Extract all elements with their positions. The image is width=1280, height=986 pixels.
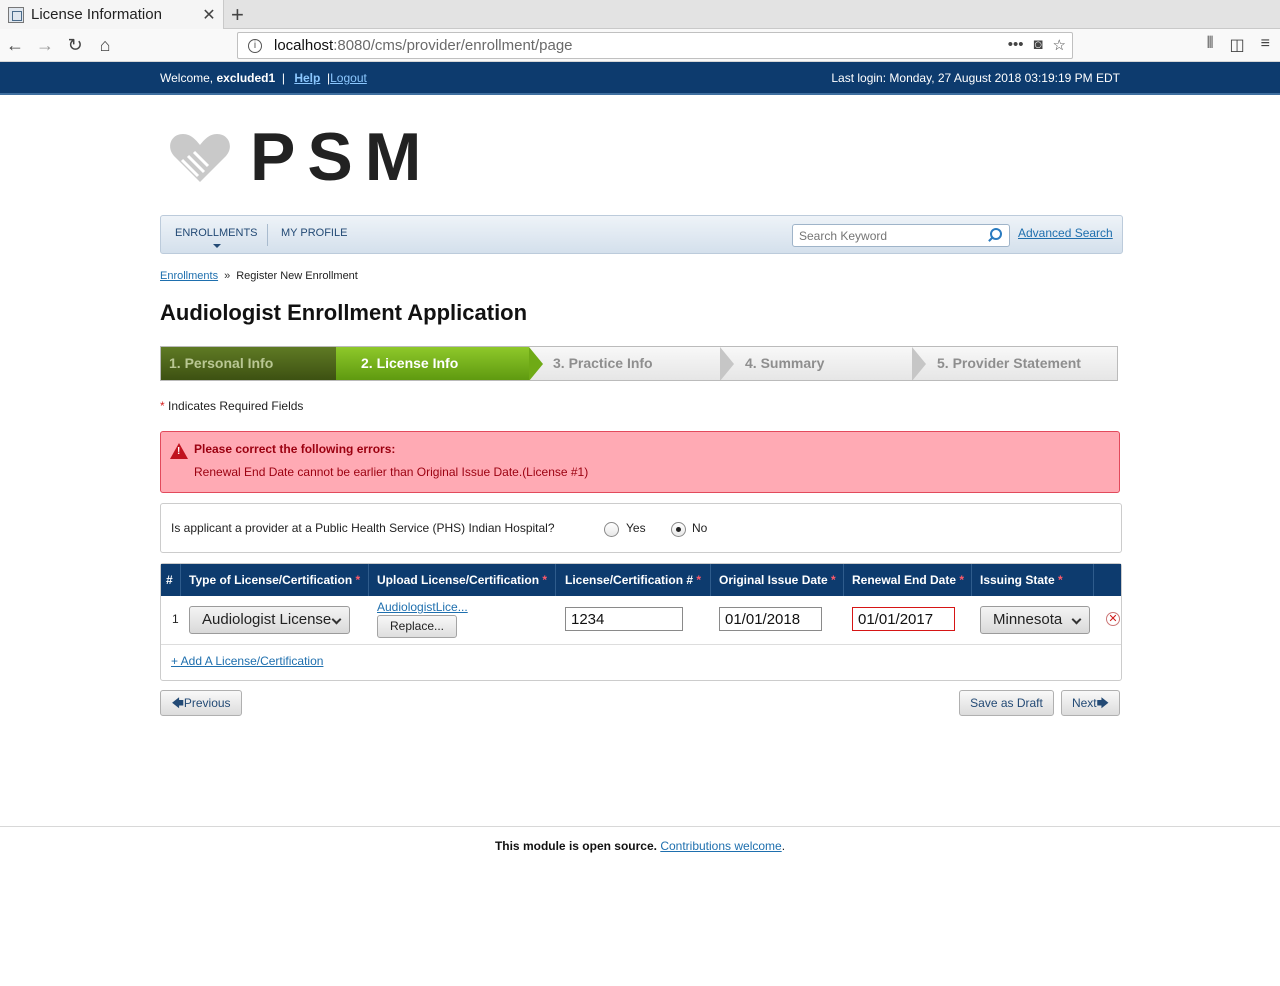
table-header: # Type of License/Certification * Upload… xyxy=(161,564,1121,596)
issue-date-input[interactable] xyxy=(719,607,822,631)
contributions-link[interactable]: Contributions welcome xyxy=(660,839,781,853)
back-icon[interactable]: ← xyxy=(4,34,26,56)
logout-link[interactable]: Logout xyxy=(330,71,367,85)
step-license-info[interactable]: 2. License Info xyxy=(336,347,529,380)
help-link[interactable]: Help xyxy=(294,71,320,85)
header-upload: Upload License/Certification * xyxy=(377,573,548,587)
uploaded-file-link[interactable]: AudiologistLice... xyxy=(377,600,468,614)
page-actions-icon[interactable]: ••• xyxy=(1008,36,1024,54)
browser-tab-strip: License Information ✕ + xyxy=(0,0,1280,29)
bookmark-star-icon[interactable]: ☆ xyxy=(1053,36,1066,54)
new-tab-icon[interactable]: + xyxy=(231,2,244,28)
footer-divider xyxy=(0,826,1280,827)
url-host: localhost xyxy=(274,37,334,54)
step-provider-statement[interactable]: 5. Provider Statement xyxy=(937,347,1081,380)
advanced-search-link[interactable]: Advanced Search xyxy=(1018,226,1113,240)
reload-icon[interactable]: ↻ xyxy=(64,34,86,56)
library-icon[interactable]: ⫴ xyxy=(1207,35,1214,55)
search-icon[interactable] xyxy=(990,228,1002,240)
main-menu: ENROLLMENTS MY PROFILE Advanced Search xyxy=(160,215,1123,254)
welcome-text: Welcome, xyxy=(160,71,217,85)
issuing-state-select[interactable]: Minnesota xyxy=(980,606,1090,634)
sidebar-icon[interactable]: ◫ xyxy=(1230,35,1245,55)
next-button[interactable]: Next🡆 xyxy=(1061,690,1120,716)
save-draft-button[interactable]: Save as Draft xyxy=(959,690,1054,716)
license-number-input[interactable] xyxy=(565,607,683,631)
previous-button[interactable]: 🡄Previous xyxy=(160,690,242,716)
header-issue-date: Original Issue Date * xyxy=(719,573,836,587)
heart-hands-icon xyxy=(170,134,230,182)
error-message: Renewal End Date cannot be earlier than … xyxy=(194,465,589,479)
menu-divider xyxy=(267,224,268,246)
step-arrow xyxy=(720,347,734,380)
phs-yes-radio[interactable] xyxy=(604,522,619,537)
error-title: Please correct the following errors: xyxy=(194,442,396,456)
home-icon[interactable]: ⌂ xyxy=(94,34,116,56)
last-login: Last login: Monday, 27 August 2018 03:19… xyxy=(831,71,1120,85)
chevron-down-icon xyxy=(331,614,342,625)
license-table: # Type of License/Certification * Upload… xyxy=(160,563,1122,681)
phs-no-radio[interactable] xyxy=(671,522,686,537)
url-path: :8080/cms/provider/enrollment/page xyxy=(333,37,573,54)
breadcrumb-separator: » xyxy=(224,270,231,282)
caret-down-icon xyxy=(213,244,221,248)
replace-file-button[interactable]: Replace... xyxy=(377,615,457,638)
phs-question: Is applicant a provider at a Public Heal… xyxy=(171,521,555,535)
phs-yes-label[interactable]: Yes xyxy=(626,521,646,535)
add-license-link[interactable]: + Add A License/Certification xyxy=(171,654,323,668)
page-title: Audiologist Enrollment Application xyxy=(160,300,528,325)
footer-text: This module is open source. xyxy=(494,839,657,853)
logo-text: PSM xyxy=(250,119,434,195)
pocket-icon[interactable]: ◙ xyxy=(1033,36,1042,54)
row-number: 1 xyxy=(172,612,179,626)
renewal-date-input[interactable] xyxy=(852,607,955,631)
breadcrumb-enrollments[interactable]: Enrollments xyxy=(160,270,218,282)
header-num: # xyxy=(166,573,173,587)
step-arrow xyxy=(529,347,543,380)
search-input[interactable] xyxy=(792,224,1010,247)
arrow-left-icon: 🡄 xyxy=(171,696,184,710)
forward-icon[interactable]: → xyxy=(34,34,56,56)
required-fields-note: * Indicates Required Fields xyxy=(160,399,304,413)
username: excluded1 xyxy=(216,71,276,85)
close-tab-icon[interactable]: ✕ xyxy=(199,5,219,25)
required-asterisk: * xyxy=(160,399,165,413)
phs-no-label[interactable]: No xyxy=(692,521,707,535)
site-top-bar: Welcome, excluded1 | Help |Logout Last l… xyxy=(0,62,1280,95)
header-renewal-date: Renewal End Date * xyxy=(852,573,965,587)
step-personal-info[interactable]: 1. Personal Info xyxy=(161,347,336,380)
error-box: ! Please correct the following errors: R… xyxy=(160,431,1120,493)
row-divider xyxy=(161,644,1121,645)
chevron-down-icon xyxy=(1071,614,1082,625)
header-issuing-state: Issuing State * xyxy=(980,573,1063,587)
welcome-area: Welcome, excluded1 | Help |Logout xyxy=(160,71,367,85)
site-info-icon[interactable]: i xyxy=(248,38,262,53)
delete-row-icon[interactable]: ✕ xyxy=(1106,612,1120,626)
arrow-right-icon: 🡆 xyxy=(1096,696,1110,710)
footer: This module is open source. Contribution… xyxy=(494,839,786,853)
warning-icon: ! xyxy=(170,443,188,459)
header-type: Type of License/Certification * xyxy=(189,573,361,587)
browser-toolbar: ← → ↻ ⌂ i localhost:8080/cms/provider/en… xyxy=(0,29,1280,62)
progress-steps: 1. Personal Info 2. License Info 3. Prac… xyxy=(160,346,1118,381)
url-bar[interactable]: i localhost:8080/cms/provider/enrollment… xyxy=(237,32,1073,59)
menu-my-profile[interactable]: MY PROFILE xyxy=(281,227,347,239)
header-license-number: License/Certification # * xyxy=(565,573,702,587)
page-favicon-icon xyxy=(8,6,24,23)
psm-logo: PSM xyxy=(168,119,434,195)
tab-title: License Information xyxy=(31,6,162,23)
license-type-select[interactable]: Audiologist License xyxy=(189,606,350,634)
step-summary[interactable]: 4. Summary xyxy=(745,347,824,380)
menu-icon[interactable]: ≡ xyxy=(1261,35,1270,55)
step-practice-info[interactable]: 3. Practice Info xyxy=(553,347,653,380)
breadcrumb-current: Register New Enrollment xyxy=(236,270,358,282)
browser-tab[interactable]: License Information ✕ xyxy=(0,0,224,29)
phs-question-box: Is applicant a provider at a Public Heal… xyxy=(160,503,1122,553)
menu-enrollments[interactable]: ENROLLMENTS xyxy=(175,227,258,239)
breadcrumb: Enrollments » Register New Enrollment xyxy=(160,270,358,282)
step-arrow xyxy=(912,347,926,380)
